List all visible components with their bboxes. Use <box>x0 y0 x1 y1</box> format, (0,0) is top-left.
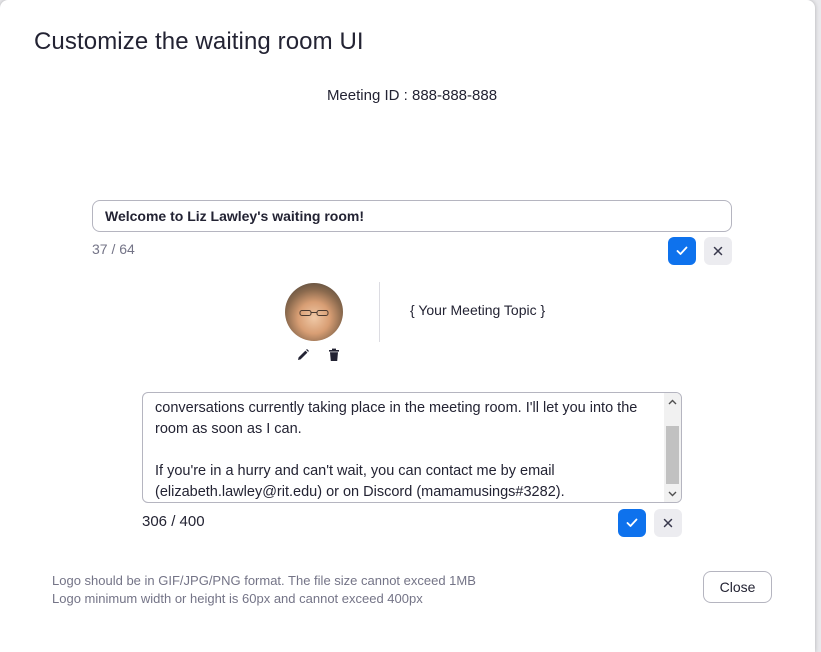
logo-size-note: Logo minimum width or height is 60px and… <box>52 591 423 606</box>
meeting-topic: { Your Meeting Topic } <box>410 302 546 318</box>
logo-format-note: Logo should be in GIF/JPG/PNG format. Th… <box>52 573 476 588</box>
pencil-icon[interactable] <box>296 348 310 362</box>
logo-avatar <box>285 283 343 341</box>
welcome-char-count: 37 / 64 <box>92 241 135 257</box>
customize-waiting-room-dialog: Customize the waiting room UI Meeting ID… <box>0 0 815 652</box>
chevron-up-icon <box>668 399 677 405</box>
close-icon <box>663 518 673 528</box>
check-icon <box>676 246 688 255</box>
scroll-down-arrow[interactable] <box>664 487 681 501</box>
check-icon <box>626 518 638 527</box>
close-button[interactable]: Close <box>703 571 772 603</box>
welcome-cancel-button[interactable] <box>704 237 732 265</box>
scroll-up-arrow[interactable] <box>664 395 681 409</box>
description-char-count: 306 / 400 <box>142 513 205 530</box>
avatar-glasses-shape <box>299 310 329 316</box>
welcome-title-input[interactable] <box>92 200 732 232</box>
scroll-thumb[interactable] <box>666 426 679 484</box>
logo-topic-divider <box>379 282 380 342</box>
description-confirm-button[interactable] <box>618 509 646 537</box>
description-scrollbar[interactable] <box>664 393 681 502</box>
meeting-id: Meeting ID : 888-888-888 <box>326 87 498 104</box>
chevron-down-icon <box>668 491 677 497</box>
close-icon <box>713 246 723 256</box>
dialog-title: Customize the waiting room UI <box>34 28 364 55</box>
description-textarea[interactable]: conversations currently taking place in … <box>142 392 682 503</box>
description-text[interactable]: conversations currently taking place in … <box>155 398 660 502</box>
description-cancel-button[interactable] <box>654 509 682 537</box>
logo-requirements-note: Logo should be in GIF/JPG/PNG format. Th… <box>52 572 476 608</box>
welcome-confirm-button[interactable] <box>668 237 696 265</box>
trash-icon[interactable] <box>327 348 341 362</box>
